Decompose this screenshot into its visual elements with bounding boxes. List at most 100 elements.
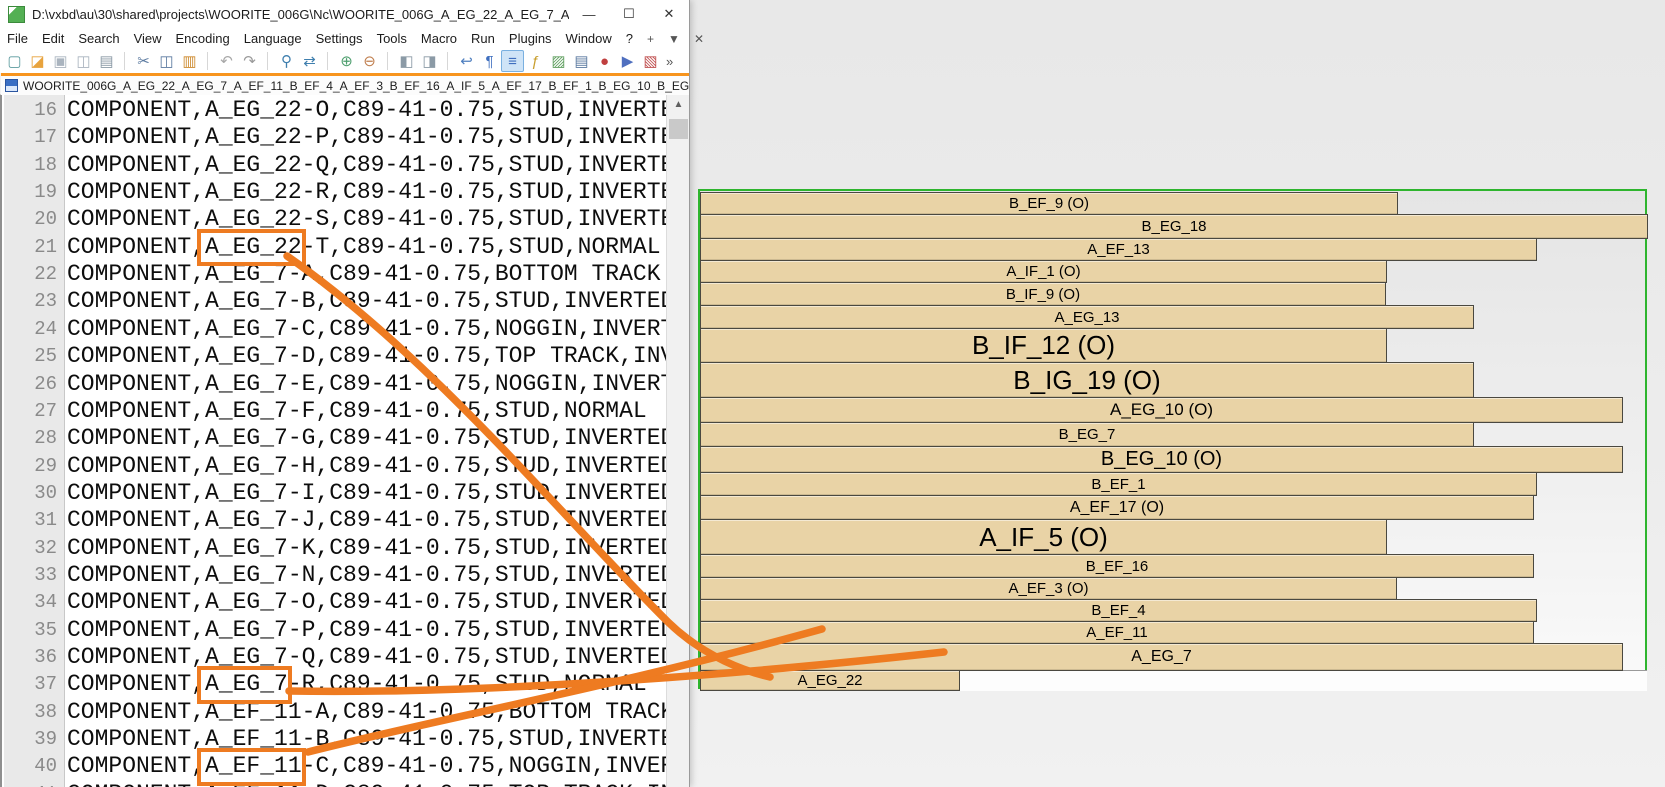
save-icon[interactable]: ▣ xyxy=(49,50,72,72)
menu-item-file[interactable]: File xyxy=(0,29,35,48)
code-line-23[interactable]: COMPONENT,A_EG_7-B,C89-41-0.75,STUD,INVE… xyxy=(67,288,666,314)
menu-item-tools[interactable]: Tools xyxy=(370,29,414,48)
code-line-20[interactable]: COMPONENT,A_EG_22-S,C89-41-0.75,STUD,INV… xyxy=(67,206,666,232)
toolbar-separator xyxy=(124,52,132,70)
line-number: 17 xyxy=(7,126,57,148)
print-icon[interactable]: ▤ xyxy=(95,50,118,72)
bar-label: A_EG_13 xyxy=(1054,309,1119,326)
code-line-17[interactable]: COMPONENT,A_EG_22-P,C89-41-0.75,STUD,INV… xyxy=(67,124,666,150)
maximize-button[interactable]: ☐ xyxy=(609,0,649,28)
board-bar-a_eg_13: A_EG_13 xyxy=(700,305,1474,329)
menu-item-language[interactable]: Language xyxy=(237,29,309,48)
text-area[interactable]: COMPONENT,A_EG_22-O,C89-41-0.75,STUD,INV… xyxy=(65,95,666,787)
line-number: 23 xyxy=(7,290,57,312)
redo-icon[interactable]: ↷ xyxy=(238,50,261,72)
line-number: 38 xyxy=(7,701,57,723)
bar-label: A_EF_17 (O) xyxy=(1070,499,1164,517)
editor-area[interactable]: 1617181920212223242526272829303132333435… xyxy=(0,95,689,787)
bar-label: A_IF_5 (O) xyxy=(979,522,1108,553)
sync-horizontal-icon[interactable]: ◨ xyxy=(418,50,441,72)
macro-record-icon[interactable]: ● xyxy=(593,50,616,72)
zoom-in-icon[interactable]: ⊕ xyxy=(335,50,358,72)
code-line-31[interactable]: COMPONENT,A_EG_7-J,C89-41-0.75,STUD,INVE… xyxy=(67,507,666,533)
copy-icon[interactable]: ◫ xyxy=(155,50,178,72)
document-map-icon[interactable]: ▨ xyxy=(547,50,570,72)
code-line-19[interactable]: COMPONENT,A_EG_22-R,C89-41-0.75,STUD,INV… xyxy=(67,179,666,205)
bar-label: A_EG_22 xyxy=(797,672,862,689)
board-bar-b_eg_10: B_EG_10 (O) xyxy=(700,446,1623,473)
undo-icon[interactable]: ↶ xyxy=(215,50,238,72)
macro-play-icon[interactable]: ▶ xyxy=(616,50,639,72)
show-symbols-icon[interactable]: ¶ xyxy=(478,50,501,72)
save-all-icon[interactable]: ◫ xyxy=(72,50,95,72)
code-line-39[interactable]: COMPONENT,A_EF_11-B,C89-41-0.75,STUD,INV… xyxy=(67,726,666,752)
code-line-38[interactable]: COMPONENT,A_EF_11-A,C89-41-0.75,BOTTOM T… xyxy=(67,699,666,725)
toolbar-separator xyxy=(447,52,455,70)
menu-item-view[interactable]: View xyxy=(127,29,169,48)
code-line-34[interactable]: COMPONENT,A_EG_7-O,C89-41-0.75,STUD,INVE… xyxy=(67,589,666,615)
find-icon[interactable]: ⚲ xyxy=(275,50,298,72)
menu-plus-button[interactable]: + xyxy=(640,32,661,46)
line-number: 32 xyxy=(7,537,57,559)
new-file-icon[interactable]: ▢ xyxy=(3,50,26,72)
menu-item-search[interactable]: Search xyxy=(71,29,126,48)
close-button[interactable]: ✕ xyxy=(649,0,689,28)
menu-item-macro[interactable]: Macro xyxy=(414,29,464,48)
menu-item-encoding[interactable]: Encoding xyxy=(169,29,237,48)
board-bar-a_eg_7: A_EG_7 xyxy=(700,643,1623,671)
minimize-button[interactable]: — xyxy=(569,0,609,28)
menu-item-plugins[interactable]: Plugins xyxy=(502,29,559,48)
code-line-28[interactable]: COMPONENT,A_EG_7-G,C89-41-0.75,STUD,INVE… xyxy=(67,425,666,451)
menu-item-[interactable]: ? xyxy=(619,29,640,48)
scrollbar-thumb[interactable] xyxy=(669,119,688,139)
code-line-21[interactable]: COMPONENT,A_EG_22-T,C89-41-0.75,STUD,NOR… xyxy=(67,234,661,260)
bar-label: B_EF_4 xyxy=(1091,602,1145,619)
code-line-22[interactable]: COMPONENT,A_EG_7-A,C89-41-0.75,BOTTOM TR… xyxy=(67,261,661,287)
code-line-32[interactable]: COMPONENT,A_EG_7-K,C89-41-0.75,STUD,INVE… xyxy=(67,535,666,561)
open-folder-icon[interactable]: ◪ xyxy=(26,50,49,72)
tab-active-document[interactable]: WOORITE_006G_A_EG_22_A_EG_7_A_EF_11_B_EF… xyxy=(1,73,689,95)
menu-item-window[interactable]: Window xyxy=(559,29,619,48)
code-line-24[interactable]: COMPONENT,A_EG_7-C,C89-41-0.75,NOGGIN,IN… xyxy=(67,316,666,342)
code-line-18[interactable]: COMPONENT,A_EG_22-Q,C89-41-0.75,STUD,INV… xyxy=(67,152,666,178)
code-line-36[interactable]: COMPONENT,A_EG_7-Q,C89-41-0.75,STUD,INVE… xyxy=(67,644,666,670)
code-line-35[interactable]: COMPONENT,A_EG_7-P,C89-41-0.75,STUD,INVE… xyxy=(67,617,666,643)
toolbar-separator xyxy=(207,52,215,70)
vertical-scrollbar[interactable]: ▲ xyxy=(666,95,689,787)
zoom-out-icon[interactable]: ⊖ xyxy=(358,50,381,72)
monitor-doc-icon[interactable]: ▧ xyxy=(639,50,662,72)
menu-item-run[interactable]: Run xyxy=(464,29,502,48)
code-line-25[interactable]: COMPONENT,A_EG_7-D,C89-41-0.75,TOP TRACK… xyxy=(67,343,666,369)
line-number: 30 xyxy=(7,482,57,504)
paste-icon[interactable]: ▥ xyxy=(178,50,201,72)
scroll-up-arrow[interactable]: ▲ xyxy=(667,95,689,113)
bar-label: A_EF_11 xyxy=(1086,624,1147,641)
toolbar-overflow-chevron[interactable]: » xyxy=(666,54,673,69)
code-line-16[interactable]: COMPONENT,A_EG_22-O,C89-41-0.75,STUD,INV… xyxy=(67,97,666,123)
menu-dropdown-button[interactable]: ▼ xyxy=(661,32,687,46)
menu-item-settings[interactable]: Settings xyxy=(309,29,370,48)
sync-vertical-icon[interactable]: ◧ xyxy=(395,50,418,72)
indent-guide-icon[interactable]: ≡ xyxy=(501,50,524,72)
code-line-41[interactable]: COMPONENT,A_EF_11-D,C89-41-0.75,TOP TRAC… xyxy=(67,781,666,787)
code-line-30[interactable]: COMPONENT,A_EG_7-I,C89-41-0.75,STUD,INVE… xyxy=(67,480,666,506)
code-line-37[interactable]: COMPONENT,A_EG_7-R,C89-41-0.75,STUD,NORM… xyxy=(67,671,647,697)
word-wrap-icon[interactable]: ↩ xyxy=(455,50,478,72)
document-list-icon[interactable]: ▤ xyxy=(570,50,593,72)
cut-icon[interactable]: ✂ xyxy=(132,50,155,72)
bar-label: B_IF_12 (O) xyxy=(972,330,1115,361)
line-number: 22 xyxy=(7,263,57,285)
code-line-26[interactable]: COMPONENT,A_EG_7-E,C89-41-0.75,NOGGIN,IN… xyxy=(67,371,666,397)
menu-item-edit[interactable]: Edit xyxy=(35,29,71,48)
replace-icon[interactable]: ⇄ xyxy=(298,50,321,72)
line-number: 40 xyxy=(7,755,57,777)
title-bar[interactable]: D:\vxbd\au\30\shared\projects\WOORITE_00… xyxy=(0,0,689,29)
saved-file-icon xyxy=(5,79,18,92)
function-list-icon[interactable]: ƒ xyxy=(524,50,547,72)
code-line-29[interactable]: COMPONENT,A_EG_7-H,C89-41-0.75,STUD,INVE… xyxy=(67,453,666,479)
bar-label: B_EG_10 (O) xyxy=(1101,448,1222,471)
menu-close-button[interactable]: ✕ xyxy=(687,32,711,46)
code-line-27[interactable]: COMPONENT,A_EG_7-F,C89-41-0.75,STUD,NORM… xyxy=(67,398,647,424)
code-line-40[interactable]: COMPONENT,A_EF_11-C,C89-41-0.75,NOGGIN,I… xyxy=(67,753,666,779)
code-line-33[interactable]: COMPONENT,A_EG_7-N,C89-41-0.75,STUD,INVE… xyxy=(67,562,666,588)
